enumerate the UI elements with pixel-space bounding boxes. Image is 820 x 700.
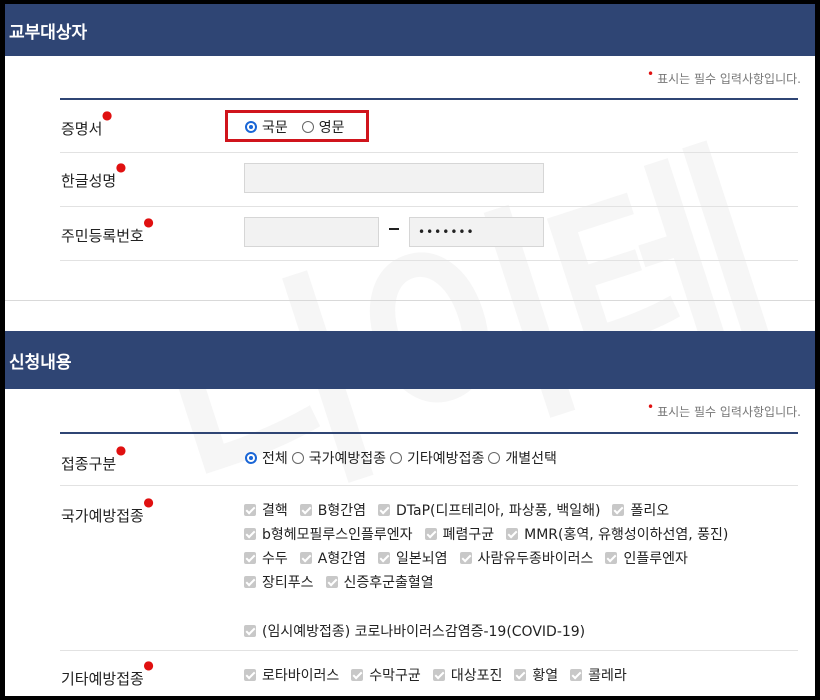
checkbox-checked[interactable]: [514, 669, 527, 681]
national-checkbox-row: b형헤모필루스인플루엔자 폐렴구균 MMR(홍역, 유행성이하선염, 풍진): [244, 524, 740, 544]
vaccination-type-label: 접종구분 ●: [61, 443, 127, 473]
checkbox-checked[interactable]: [244, 528, 256, 540]
checkbox-item[interactable]: 로타바이러스: [244, 665, 339, 685]
radio-other[interactable]: [390, 452, 403, 464]
checkbox-item[interactable]: 일본뇌염: [377, 548, 448, 568]
table-top-border: [60, 432, 798, 434]
korean-name-input[interactable]: [244, 163, 544, 193]
radio-national[interactable]: [291, 452, 304, 464]
section-divider: [5, 300, 815, 301]
radio-all[interactable]: [245, 452, 257, 464]
certificate-label: 증명서 ●: [61, 108, 113, 138]
checkbox-item[interactable]: 결핵: [244, 500, 288, 520]
national-checkbox-row: 결핵 B형간염 DTaP(디프테리아, 파상풍, 백일해) 폴리오: [244, 500, 681, 520]
checkbox-checked[interactable]: [605, 552, 618, 564]
form-frame: 나이테 교부대상자 •표시는 필수 입력사항입니다. 증명서● 국문 영문 한글…: [5, 4, 815, 696]
checkbox-item[interactable]: b형헤모필루스인플루엔자: [244, 524, 413, 544]
checkbox-checked[interactable]: [299, 504, 312, 516]
checkbox-item[interactable]: 수막구균: [351, 665, 421, 685]
checkbox-item[interactable]: 폴리오: [612, 500, 669, 520]
national-checkbox-row: 수두 A형간염 일본뇌염 사람유두종바이러스 인플루엔자: [244, 548, 700, 568]
checkbox-checked[interactable]: [244, 552, 256, 564]
checkbox-checked[interactable]: [570, 669, 583, 681]
checkbox-item[interactable]: 신증후군출혈열: [325, 572, 434, 592]
checkbox-item[interactable]: DTaP(디프테리아, 파상풍, 백일해): [378, 500, 600, 520]
row-divider: [60, 206, 798, 207]
radio-individual-label: 개별선택: [505, 451, 557, 467]
checkbox-checked[interactable]: [459, 552, 472, 564]
other-checkbox-row: 로타바이러스 수막구균 대상포진 황열 콜레라: [244, 665, 639, 685]
radio-other-label: 기타예방접종: [407, 451, 485, 467]
national-checkbox-row: 장티푸스 신증후군출혈열: [244, 572, 446, 592]
table-top-border: [60, 98, 798, 100]
checkbox-item[interactable]: 인플루엔자: [605, 548, 688, 568]
checkbox-item[interactable]: 황열: [514, 665, 558, 685]
checkbox-checked[interactable]: [244, 669, 256, 681]
resident-number-separator: [389, 228, 399, 230]
checkbox-checked[interactable]: [612, 504, 625, 516]
national-checkbox-row: (임시예방접종) 코로나바이러스감염증-19(COVID-19): [244, 621, 597, 641]
section-header-application: 신청내용: [5, 331, 815, 389]
checkbox-item[interactable]: MMR(홍역, 유행성이하선염, 풍진): [506, 524, 728, 544]
row-divider: [60, 485, 798, 486]
checkbox-checked[interactable]: [244, 504, 256, 516]
checkbox-item[interactable]: A형간염: [299, 548, 366, 568]
resident-number-first-input[interactable]: [244, 217, 379, 247]
row-divider: [60, 650, 798, 651]
checkbox-checked[interactable]: [351, 669, 364, 681]
radio-all-label: 전체: [262, 451, 288, 467]
required-note: • 표시는 필수 입력사항입니다.: [646, 400, 801, 419]
checkbox-checked[interactable]: [424, 528, 437, 540]
section-header-recipient: 교부대상자: [5, 4, 815, 56]
radio-individual[interactable]: [488, 452, 501, 464]
checkbox-item[interactable]: 콜레라: [570, 665, 627, 685]
checkbox-item[interactable]: (임시예방접종) 코로나바이러스감염증-19(COVID-19): [244, 621, 585, 641]
checkbox-checked[interactable]: [506, 528, 519, 540]
checkbox-checked[interactable]: [378, 504, 391, 516]
highlight-box: [225, 110, 369, 142]
checkbox-item[interactable]: 폐렴구균: [424, 524, 494, 544]
resident-number-label: 주민등록번호 ●: [61, 215, 154, 245]
watermark: 나이테: [118, 69, 796, 573]
required-note: • 표시는 필수 입력사항입니다.: [646, 67, 801, 86]
resident-number-second-input[interactable]: •••••••: [409, 217, 544, 247]
checkbox-item[interactable]: 수두: [244, 548, 288, 568]
checkbox-item[interactable]: 사람유두종바이러스: [459, 548, 593, 568]
vaccination-type-radio-group: 전체 국가예방접종 기타예방접종 개별선택: [245, 448, 557, 468]
korean-name-label: 한글성명 ●: [61, 160, 127, 190]
other-vaccination-label: 기타예방접종 ●: [61, 658, 154, 688]
row-divider: [60, 260, 798, 261]
checkbox-checked[interactable]: [325, 576, 338, 588]
checkbox-checked[interactable]: [377, 552, 390, 564]
row-divider: [60, 152, 798, 153]
checkbox-checked[interactable]: [244, 625, 256, 637]
national-vaccination-label: 국가예방접종 ●: [61, 495, 154, 525]
checkbox-checked[interactable]: [299, 552, 312, 564]
checkbox-item[interactable]: 대상포진: [432, 665, 502, 685]
checkbox-item[interactable]: B형간염: [299, 500, 366, 520]
checkbox-checked[interactable]: [244, 576, 256, 588]
checkbox-checked[interactable]: [432, 669, 445, 681]
checkbox-item[interactable]: 장티푸스: [244, 572, 314, 592]
radio-national-label: 국가예방접종: [308, 451, 387, 467]
